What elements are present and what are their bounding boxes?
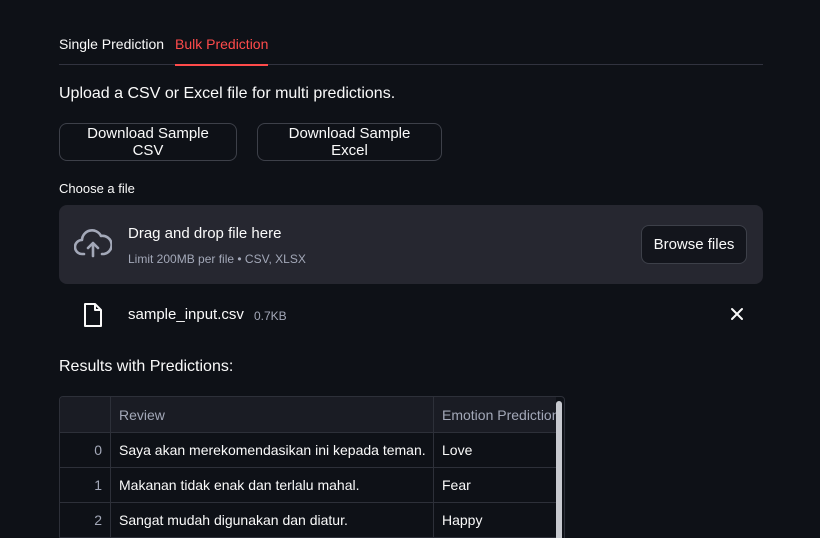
uploaded-file-size: 0.7KB bbox=[254, 309, 287, 323]
table-scrollbar[interactable] bbox=[556, 401, 562, 538]
dropzone-title: Drag and drop file here bbox=[128, 225, 282, 242]
review-cell[interactable]: Sangat mudah digunakan dan diatur. bbox=[111, 503, 434, 537]
cloud-upload-icon bbox=[74, 229, 112, 258]
table-row: 0 Saya akan merekomendasikan ini kepada … bbox=[60, 433, 556, 468]
file-uploader-label: Choose a file bbox=[59, 181, 135, 196]
intro-text: Upload a CSV or Excel file for multi pre… bbox=[59, 85, 396, 102]
review-cell[interactable]: Makanan tidak enak dan terlalu mahal. bbox=[111, 468, 434, 502]
dropzone-limit-text: Limit 200MB per file • CSV, XLSX bbox=[128, 252, 306, 266]
results-table[interactable]: Review Emotion Prediction 0 Saya akan me… bbox=[59, 396, 565, 538]
download-sample-excel-button[interactable]: Download Sample Excel bbox=[257, 123, 442, 161]
uploaded-file-row: sample_input.csv 0.7KB bbox=[59, 296, 763, 334]
results-title: Results with Predictions: bbox=[59, 358, 234, 375]
file-dropzone[interactable]: Drag and drop file here Limit 200MB per … bbox=[59, 205, 763, 284]
file-icon bbox=[84, 303, 102, 327]
row-index: 1 bbox=[60, 468, 111, 502]
row-index: 0 bbox=[60, 433, 111, 467]
browse-files-button[interactable]: Browse files bbox=[641, 225, 747, 264]
table-row: 2 Sangat mudah digunakan dan diatur. Hap… bbox=[60, 503, 556, 538]
emotion-cell[interactable]: Fear bbox=[434, 468, 556, 502]
tab-single-prediction[interactable]: Single Prediction bbox=[59, 36, 164, 65]
emotion-cell[interactable]: Love bbox=[434, 433, 556, 467]
index-column-header bbox=[60, 397, 111, 432]
row-index: 2 bbox=[60, 503, 111, 537]
table-header-row: Review Emotion Prediction bbox=[60, 397, 556, 433]
table-row: 1 Makanan tidak enak dan terlalu mahal. … bbox=[60, 468, 556, 503]
review-cell[interactable]: Saya akan merekomendasikan ini kepada te… bbox=[111, 433, 434, 467]
download-sample-csv-button[interactable]: Download Sample CSV bbox=[59, 123, 237, 161]
tab-bulk-prediction[interactable]: Bulk Prediction bbox=[175, 36, 269, 66]
emotion-cell[interactable]: Happy bbox=[434, 503, 556, 537]
review-column-header[interactable]: Review bbox=[111, 397, 434, 432]
emotion-column-header[interactable]: Emotion Prediction bbox=[434, 397, 556, 432]
tab-bar: Single Prediction Bulk Prediction bbox=[59, 24, 763, 66]
close-icon[interactable] bbox=[729, 306, 745, 322]
uploaded-file-name: sample_input.csv bbox=[128, 306, 244, 323]
